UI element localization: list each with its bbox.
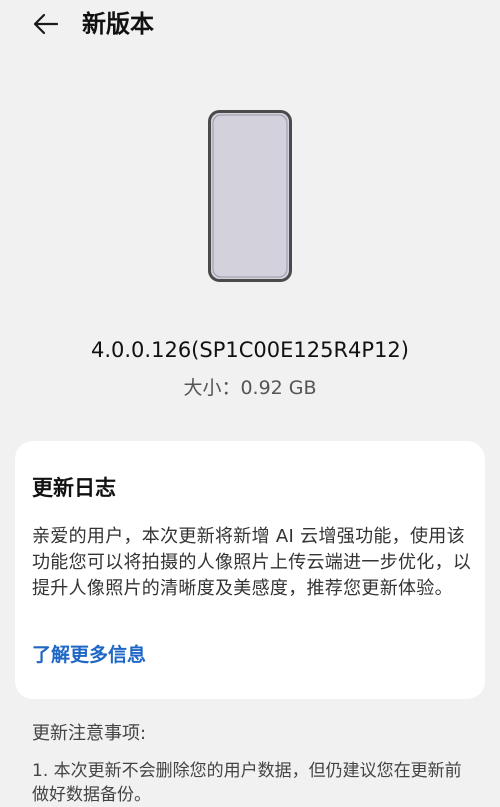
package-size: 大小：0.92 GB xyxy=(0,374,500,402)
phone-device-icon xyxy=(208,110,292,282)
changelog-title: 更新日志 xyxy=(32,476,116,500)
top-bar: 新版本 xyxy=(0,0,500,48)
page-title: 新版本 xyxy=(82,10,154,38)
changelog-body: 亲爱的用户，本次更新将新增 AI 云增强功能，使用该功能您可以将拍摄的人像照片上… xyxy=(32,526,472,599)
version-number: 4.0.0.126(SP1C00E125R4P12) xyxy=(90,338,409,362)
learn-more-link[interactable]: 了解更多信息 xyxy=(32,641,146,669)
arrow-left-icon xyxy=(33,13,59,35)
size-label: 大小： xyxy=(183,377,241,399)
size-value: 0.92 GB xyxy=(240,377,317,399)
back-button[interactable] xyxy=(28,8,64,40)
changelog-card: 更新日志 亲爱的用户，本次更新将新增 AI 云增强功能，使用该功能您可以将拍摄的… xyxy=(15,441,485,699)
update-notes-title: 更新注意事项: xyxy=(32,723,147,744)
update-notes-item: 1. 本次更新不会删除您的用户数据，但仍建议您在更新前做好数据备份。 xyxy=(32,761,462,805)
